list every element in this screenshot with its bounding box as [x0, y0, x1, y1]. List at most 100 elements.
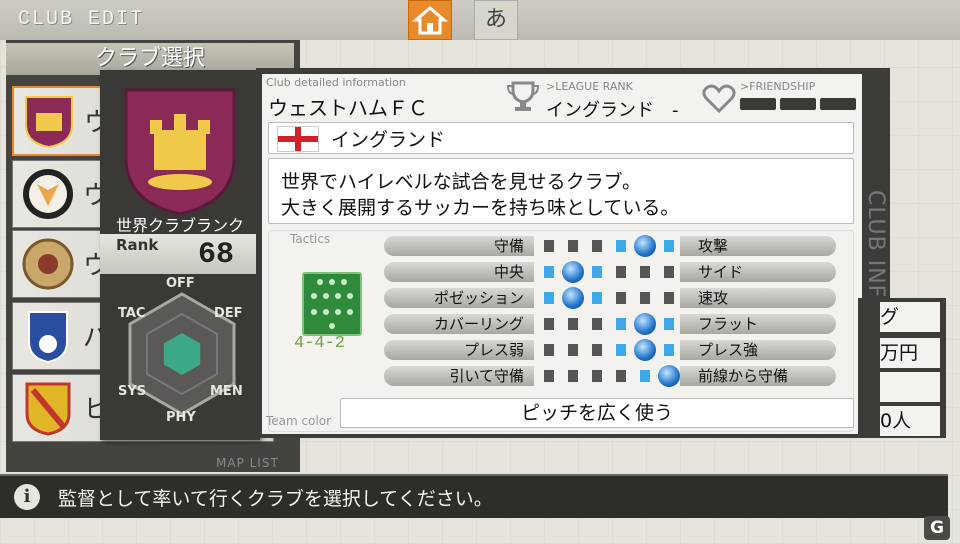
tactic-segment [568, 318, 578, 330]
tactic-segment [544, 370, 554, 382]
formation-icon [302, 272, 362, 336]
tactic-right-label: 前線から守備 [680, 366, 836, 386]
friendship-segment [780, 98, 816, 110]
tactic-segment [664, 318, 674, 330]
blue-bird-crest-icon [28, 311, 68, 364]
tactic-segment [664, 240, 674, 252]
tactic-segment [568, 240, 578, 252]
club-name: ウェストハムＦＣ [268, 96, 428, 120]
tactics-note: ピッチを広く使う [340, 398, 854, 428]
tactic-slider-knob[interactable] [562, 287, 584, 309]
side-stat: グ [880, 302, 940, 332]
tactic-segment [544, 266, 554, 278]
tactic-slider-knob[interactable] [634, 339, 656, 361]
club-crest-icon [124, 88, 236, 216]
tactic-segment [568, 370, 578, 382]
friendship-segment [820, 98, 856, 110]
tactic-segment [544, 318, 554, 330]
rank-box: Rank 68 [100, 234, 260, 274]
tactic-left-label: 中央 [384, 262, 534, 282]
tactic-segment [640, 370, 650, 382]
tactic-left-label: プレス弱 [384, 340, 534, 360]
watermark-logo: G [924, 516, 950, 540]
tactic-segment [592, 292, 602, 304]
radar-label-sys: SYS [118, 384, 147, 399]
tactic-segment [664, 344, 674, 356]
england-flag-icon [277, 126, 319, 152]
tactic-segment [616, 370, 626, 382]
side-stat: 0人 [880, 406, 940, 436]
tactic-left-label: 引いて守備 [384, 366, 534, 386]
trophy-icon [506, 81, 540, 111]
radar-label-men: MEN [210, 384, 243, 399]
tactic-right-label: プレス強 [680, 340, 836, 360]
league-rank-value: イングランド - [546, 100, 679, 121]
tactic-segment [664, 292, 674, 304]
tactic-slider: ポゼッション 速攻 [384, 287, 836, 309]
league-rank-caption: >LEAGUE RANK [546, 80, 633, 93]
tactic-slider: 守備 攻撃 [384, 235, 836, 257]
crest-panel: 世界クラブランク Rank 68 OFF DEF MEN PHY SYS TAC [100, 70, 260, 440]
club-description: 世界でハイレベルな試合を見せるクラブ。 大きく展開するサッカーを持ち味としている… [268, 158, 854, 224]
rank-label: Rank [116, 236, 159, 254]
tactic-left-label: カバーリング [384, 314, 534, 334]
tactic-slider-knob[interactable] [634, 313, 656, 335]
radar-label-def: DEF [214, 306, 243, 321]
tactic-segment [640, 292, 650, 304]
tactic-slider-knob[interactable] [658, 365, 680, 387]
tactic-segment [592, 318, 602, 330]
tactic-segment [592, 240, 602, 252]
friendship-segment [740, 98, 776, 110]
heart-icon [702, 84, 736, 114]
kana-input-button[interactable]: あ [474, 0, 518, 40]
tactic-slider-knob[interactable] [634, 235, 656, 257]
tactic-right-label: 速攻 [680, 288, 836, 308]
yellow-red-crest-icon [25, 382, 71, 436]
country-box: イングランド [268, 122, 854, 154]
tactic-segment [616, 344, 626, 356]
tactic-left-label: 守備 [384, 236, 534, 256]
tactic-right-label: サイド [680, 262, 836, 282]
rank-value: 68 [198, 238, 235, 272]
country-name: イングランド [331, 129, 446, 151]
tactic-segment [544, 344, 554, 356]
tactic-segment [568, 344, 578, 356]
radar-label-phy: PHY [166, 410, 196, 425]
ornate-crest-icon [22, 238, 74, 290]
tactic-slider: カバーリング フラット [384, 313, 836, 335]
tactic-segment [592, 344, 602, 356]
home-button[interactable] [408, 0, 452, 40]
radar-label-off: OFF [166, 276, 195, 291]
tactic-right-label: フラット [680, 314, 836, 334]
help-text: 監督として率いて行くクラブを選択してください。 [58, 488, 493, 510]
tactic-slider: 引いて守備 前線から守備 [384, 365, 836, 387]
side-stat [880, 372, 940, 402]
tactic-slider: 中央 サイド [384, 261, 836, 283]
tactic-right-label: 攻撃 [680, 236, 836, 256]
description-line: 大きく展開するサッカーを持ち味としている。 [281, 197, 680, 219]
tactic-segment [616, 266, 626, 278]
tactic-segment [544, 292, 554, 304]
tactic-segment [592, 266, 602, 278]
tactic-segment [592, 370, 602, 382]
golazo-crest-icon [25, 96, 73, 149]
formation-label: 4-4-2 [294, 334, 346, 353]
map-list-button[interactable]: MAP LIST [216, 456, 279, 470]
info-icon: i [14, 484, 40, 510]
info-caption: Club detailed information [266, 76, 406, 89]
radar-label-tac: TAC [118, 306, 146, 321]
side-stat: 万円 [880, 338, 940, 368]
tactic-segment [616, 292, 626, 304]
help-bar: i 監督として率いて行くクラブを選択してください。 [0, 474, 948, 518]
tactic-slider: プレス弱 プレス強 [384, 339, 836, 361]
tactic-segment [616, 240, 626, 252]
team-color-label: Team color [266, 414, 332, 428]
fox-crest-icon [23, 169, 73, 219]
tactic-segment [544, 240, 554, 252]
tactics-caption: Tactics [290, 232, 331, 246]
page-title: CLUB EDIT [18, 8, 145, 31]
friendship-caption: >FRIENDSHIP [740, 80, 816, 93]
radar-chart [128, 292, 236, 416]
description-line: 世界でハイレベルな試合を見せるクラブ。 [281, 171, 642, 193]
tactic-slider-knob[interactable] [562, 261, 584, 283]
